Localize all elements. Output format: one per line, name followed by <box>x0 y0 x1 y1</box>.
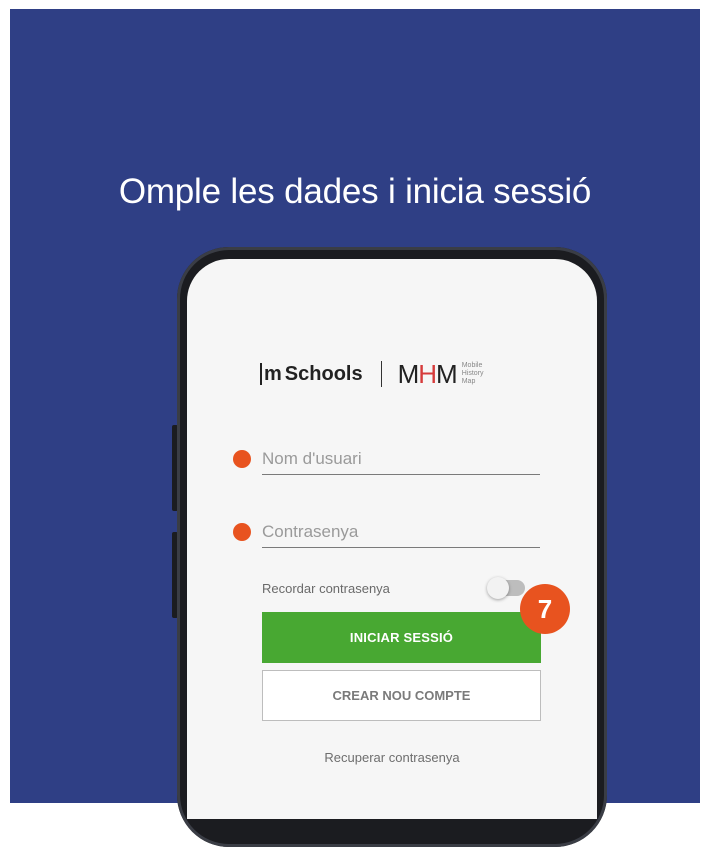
mhm-logo-m2: M <box>436 358 458 389</box>
mhm-logo-m1: M <box>397 358 420 389</box>
mschools-logo: Schools <box>284 362 363 385</box>
mhm-logo-h: H <box>418 358 437 389</box>
page-title: Omple les dades i inicia sessió <box>118 172 592 211</box>
remember-password-toggle[interactable] <box>487 577 525 599</box>
step-number-badge: 7 <box>520 584 570 634</box>
mschools-logo-m: m <box>260 363 284 385</box>
login-button[interactable]: INICIAR SESSIÓ <box>262 612 541 663</box>
username-field[interactable] <box>262 444 540 475</box>
app-logos: m Schools MHM Mobile History Map <box>260 359 484 389</box>
mhm-sub-line-2: History <box>461 370 484 377</box>
toggle-knob <box>487 577 509 599</box>
mhm-logo-subtitle: Mobile History Map <box>462 362 484 386</box>
password-field[interactable] <box>262 517 540 548</box>
phone-screen: m Schools MHM Mobile History Map Recorda… <box>187 259 597 819</box>
password-marker-dot <box>233 523 251 541</box>
mhm-sub-line-1: Mobile <box>461 362 483 369</box>
create-account-button[interactable]: CREAR NOU COMPTE <box>262 670 541 721</box>
recover-password-link[interactable]: Recuperar contrasenya <box>187 750 597 765</box>
mhm-logo: MHM <box>397 358 458 390</box>
username-marker-dot <box>233 450 251 468</box>
remember-password-label: Recordar contrasenya <box>262 581 390 596</box>
mhm-sub-line-3: Map <box>461 378 476 385</box>
logo-divider <box>380 361 382 387</box>
